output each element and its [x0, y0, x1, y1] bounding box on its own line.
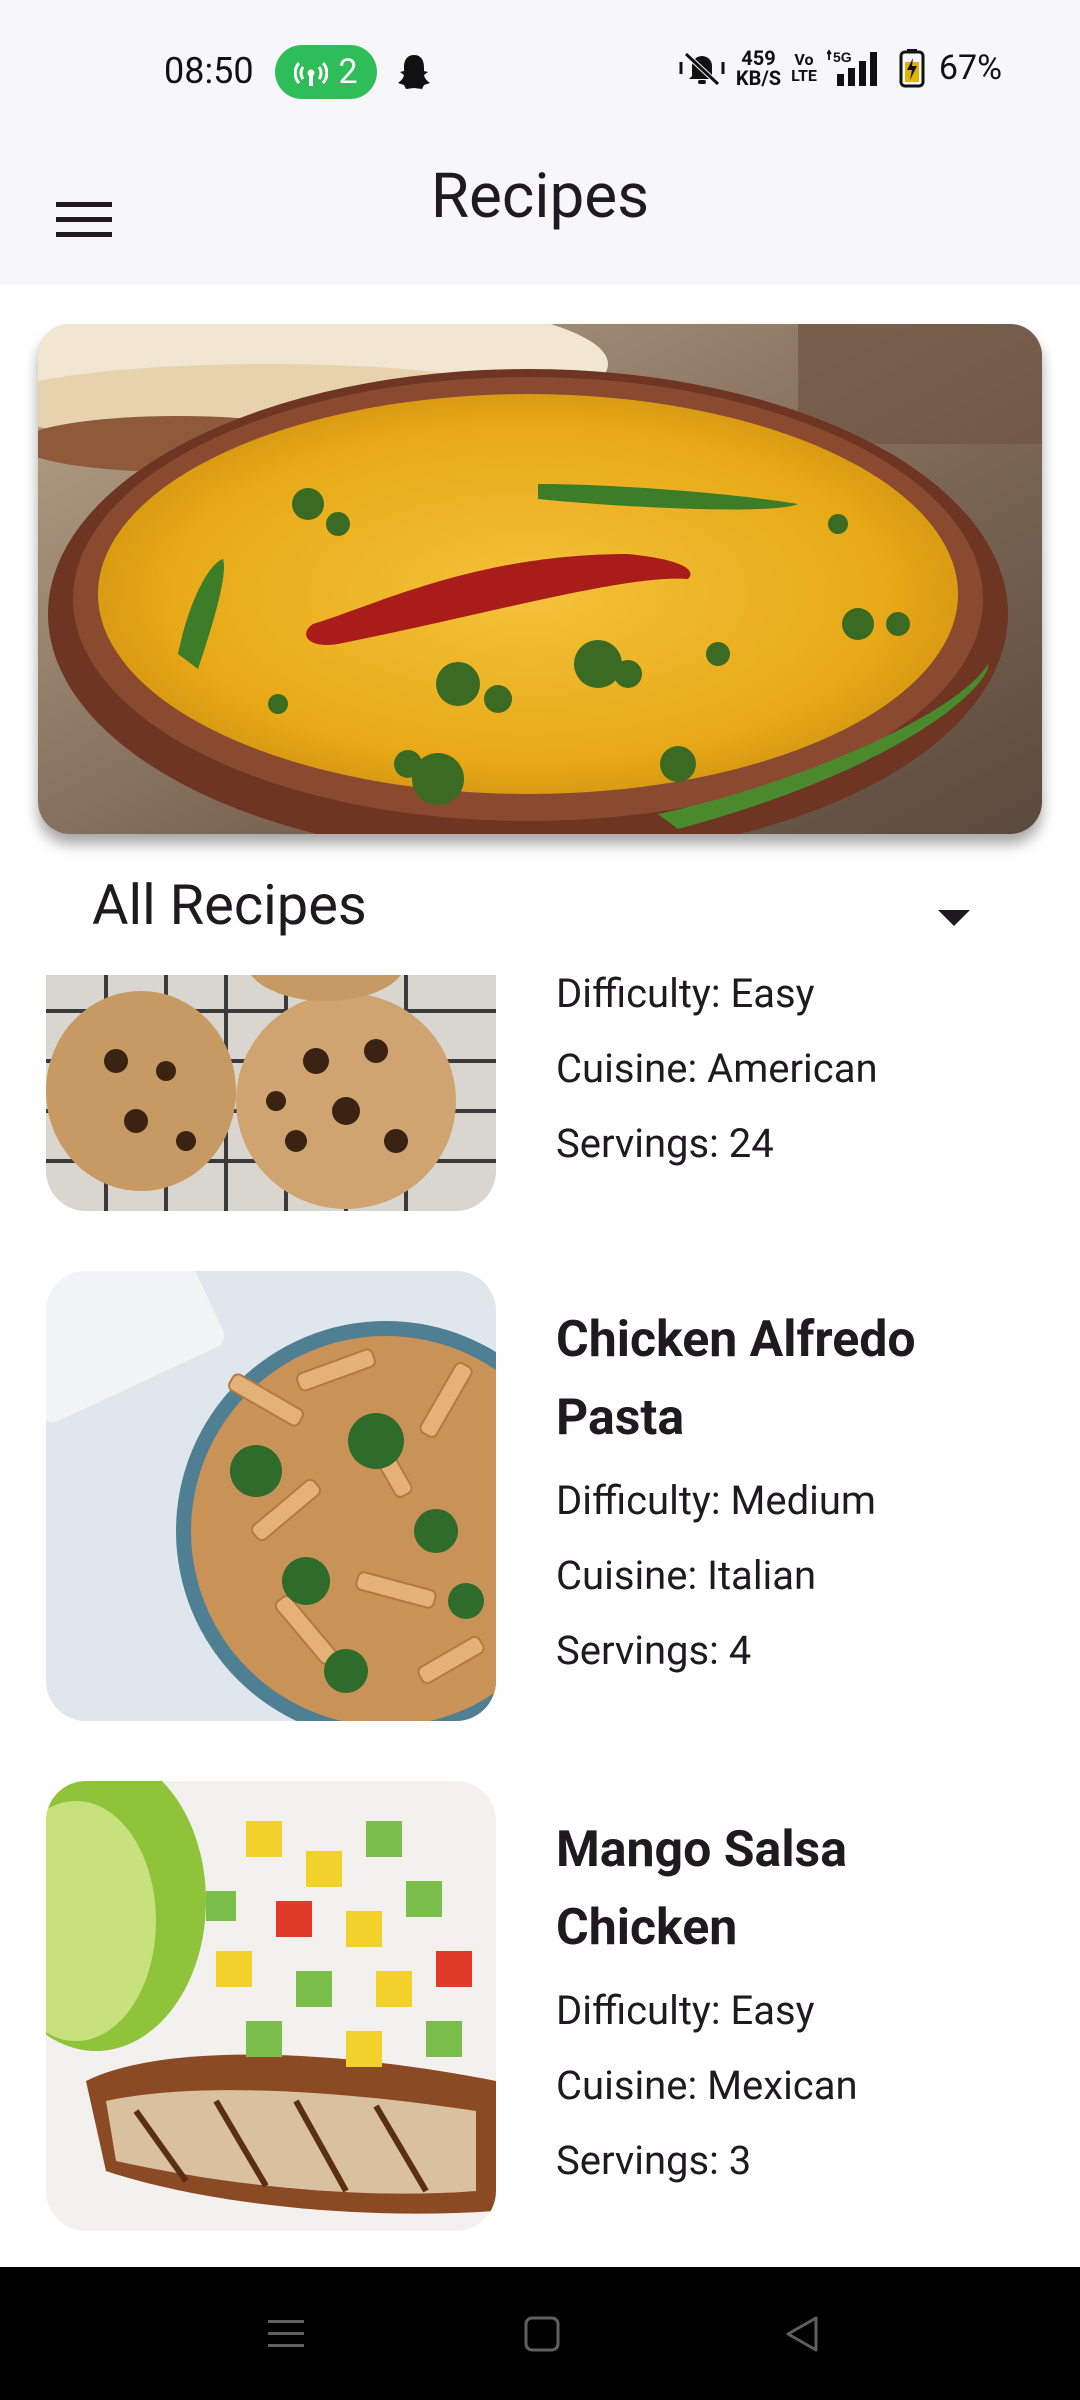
- recipe-servings: Servings: 24: [556, 1120, 774, 1167]
- snapchat-icon: [398, 55, 430, 89]
- home-icon: [524, 2316, 560, 2352]
- status-icons: 459 KB/S Vo LTE 5G 67%: [678, 48, 1002, 88]
- cookies-image: [46, 975, 496, 1211]
- recipe-name-line-1: Chicken Alfredo: [556, 1311, 916, 1369]
- recents-icon: [268, 2320, 304, 2347]
- recents-button[interactable]: [256, 2307, 316, 2361]
- recipe-name: Chicken Alfredo Pasta: [556, 1301, 1046, 1457]
- mute-vibrate-icon: [679, 52, 725, 86]
- recipe-cuisine: Cuisine: Mexican: [556, 2062, 858, 2109]
- featured-recipe-image[interactable]: [38, 324, 1042, 834]
- recipe-difficulty: Difficulty: Easy: [556, 1987, 815, 2034]
- hotspot-count: 2: [338, 52, 358, 92]
- recipe-card[interactable]: Mango Salsa Chicken Difficulty: Easy Cui…: [46, 1781, 1046, 2231]
- recipe-servings: Servings: 4: [556, 1627, 752, 1674]
- app-bar: Recipes: [0, 130, 1080, 285]
- dal-bowl-image: [38, 324, 1042, 834]
- recipe-thumbnail: [46, 1781, 496, 2231]
- page-title: Recipes: [430, 160, 650, 233]
- signal-5g-icon: 5G: [826, 49, 877, 86]
- recipe-info: Chicken Alfredo Pasta Difficulty: Medium…: [556, 1301, 1046, 1688]
- recipe-list[interactable]: Difficulty: Easy Cuisine: American Servi…: [0, 975, 1080, 2267]
- recipe-filter-dropdown[interactable]: All Recipes: [92, 872, 992, 962]
- svg-text:5G: 5G: [833, 49, 852, 65]
- battery-icon: [899, 49, 925, 88]
- recipe-info: Mango Salsa Chicken Difficulty: Easy Cui…: [556, 1811, 1046, 2198]
- recipe-servings: Servings: 3: [556, 2137, 752, 2184]
- hotspot-badge: 2: [275, 45, 377, 99]
- status-time: 08:50: [164, 50, 254, 92]
- status-bar: 08:50 2 459 KB/S Vo LTE 5G 67%: [0, 0, 1080, 130]
- system-nav-bar: [0, 2267, 1080, 2400]
- home-button[interactable]: [512, 2307, 572, 2361]
- caret-down-icon: [938, 910, 970, 926]
- recipe-thumbnail: [46, 1271, 496, 1721]
- battery-percent: 67%: [938, 48, 1002, 88]
- recipe-difficulty: Difficulty: Easy: [556, 975, 815, 1017]
- back-icon: [786, 2316, 818, 2352]
- recipe-name-line-2: Pasta: [556, 1389, 685, 1447]
- pasta-image: [46, 1271, 496, 1721]
- back-button[interactable]: [772, 2307, 832, 2361]
- recipe-difficulty: Difficulty: Medium: [556, 1477, 876, 1524]
- recipe-name-line-2: Chicken: [556, 1899, 738, 1957]
- recipe-info: Difficulty: Easy Cuisine: American Servi…: [556, 975, 1046, 1181]
- recipe-card[interactable]: Difficulty: Easy Cuisine: American Servi…: [46, 975, 1046, 1211]
- filter-selected-value: All Recipes: [92, 872, 367, 938]
- recipe-name: Mango Salsa Chicken: [556, 1811, 1046, 1967]
- recipe-thumbnail: [46, 975, 496, 1211]
- recipe-card[interactable]: Chicken Alfredo Pasta Difficulty: Medium…: [46, 1271, 1046, 1721]
- volte-indicator: Vo LTE: [791, 50, 817, 85]
- mango-chicken-image: [46, 1781, 496, 2231]
- network-speed: 459 KB/S: [735, 46, 782, 90]
- recipe-name-line-1: Mango Salsa: [556, 1821, 847, 1879]
- recipe-cuisine: Cuisine: American: [556, 1045, 878, 1092]
- recipe-cuisine: Cuisine: Italian: [556, 1552, 817, 1599]
- hotspot-icon: [294, 62, 329, 86]
